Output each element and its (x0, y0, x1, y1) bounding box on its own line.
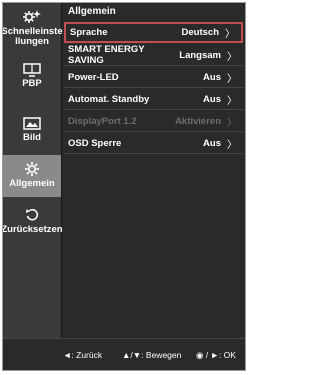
settings-panel: Allgemein Sprache Deutsch 〉 SMART ENERGY … (62, 3, 245, 341)
setting-label: Sprache (70, 27, 108, 38)
picture-icon (23, 117, 41, 130)
chevron-right-icon: 〉 (227, 51, 237, 63)
sidebar: Schnelleinste llungen PBP Bild Allgemein… (2, 3, 63, 341)
setting-value: Aus (203, 93, 221, 105)
hint-back: ◄: Zurück (63, 350, 103, 360)
setting-label: DisplayPort 1.2 (68, 115, 137, 127)
setting-row-displayport: DisplayPort 1.2 Aktivieren 〉 (64, 111, 243, 132)
setting-value: Aus (203, 71, 221, 83)
sidebar-item-general[interactable]: Allgemein (3, 155, 61, 197)
footer-hints: ◄: Zurück ▲/▼: Bewegen ◉ / ►: OK (3, 338, 245, 370)
sidebar-item-quick-settings[interactable]: Schnelleinste llungen (3, 9, 63, 53)
sidebar-item-label: Zurücksetzen (2, 224, 63, 235)
setting-row-power-led[interactable]: Power-LED Aus 〉 (64, 67, 243, 88)
osd-menu: Schnelleinste llungen PBP Bild Allgemein… (2, 2, 246, 371)
sidebar-item-label: PBP (22, 78, 42, 89)
monitor-icon (23, 63, 41, 77)
setting-row-language[interactable]: Sprache Deutsch 〉 (64, 22, 243, 43)
gear-icon (25, 162, 39, 176)
reset-icon (26, 208, 39, 221)
setting-row-auto-standby[interactable]: Automat. Standby Aus 〉 (64, 89, 243, 110)
setting-label: SMART ENERGY SAVING (68, 44, 145, 66)
chevron-right-icon: 〉 (225, 29, 235, 40)
settings-sparkle-icon (23, 10, 41, 23)
sidebar-item-label: Allgemein (9, 178, 55, 189)
chevron-right-icon: 〉 (227, 117, 237, 129)
sidebar-item-label: Bild (23, 132, 41, 143)
sidebar-item-picture[interactable]: Bild (3, 117, 61, 159)
setting-value: Deutsch (181, 27, 219, 38)
setting-row-smart-energy-saving[interactable]: SMART ENERGY SAVING Langsam 〉 (64, 44, 243, 66)
setting-value: Langsam (179, 49, 221, 61)
page-title: Allgemein (68, 6, 116, 17)
setting-label: Power-LED (68, 71, 119, 83)
chevron-right-icon: 〉 (227, 73, 237, 85)
sidebar-item-reset[interactable]: Zurücksetzen (2, 207, 63, 243)
chevron-right-icon: 〉 (227, 139, 237, 151)
chevron-right-icon: 〉 (227, 95, 237, 107)
setting-label: OSD Sperre (68, 137, 122, 149)
setting-row-osd-lock[interactable]: OSD Sperre Aus 〉 (64, 133, 243, 154)
sidebar-item-label-line2: llungen (15, 36, 49, 47)
hint-move: ▲/▼: Bewegen (122, 350, 182, 360)
setting-value: Aus (203, 137, 221, 149)
setting-label: Automat. Standby (68, 93, 150, 105)
setting-value: Aktivieren (175, 115, 221, 127)
sidebar-item-pbp[interactable]: PBP (3, 63, 61, 103)
hint-ok: ◉ / ►: OK (196, 350, 236, 360)
